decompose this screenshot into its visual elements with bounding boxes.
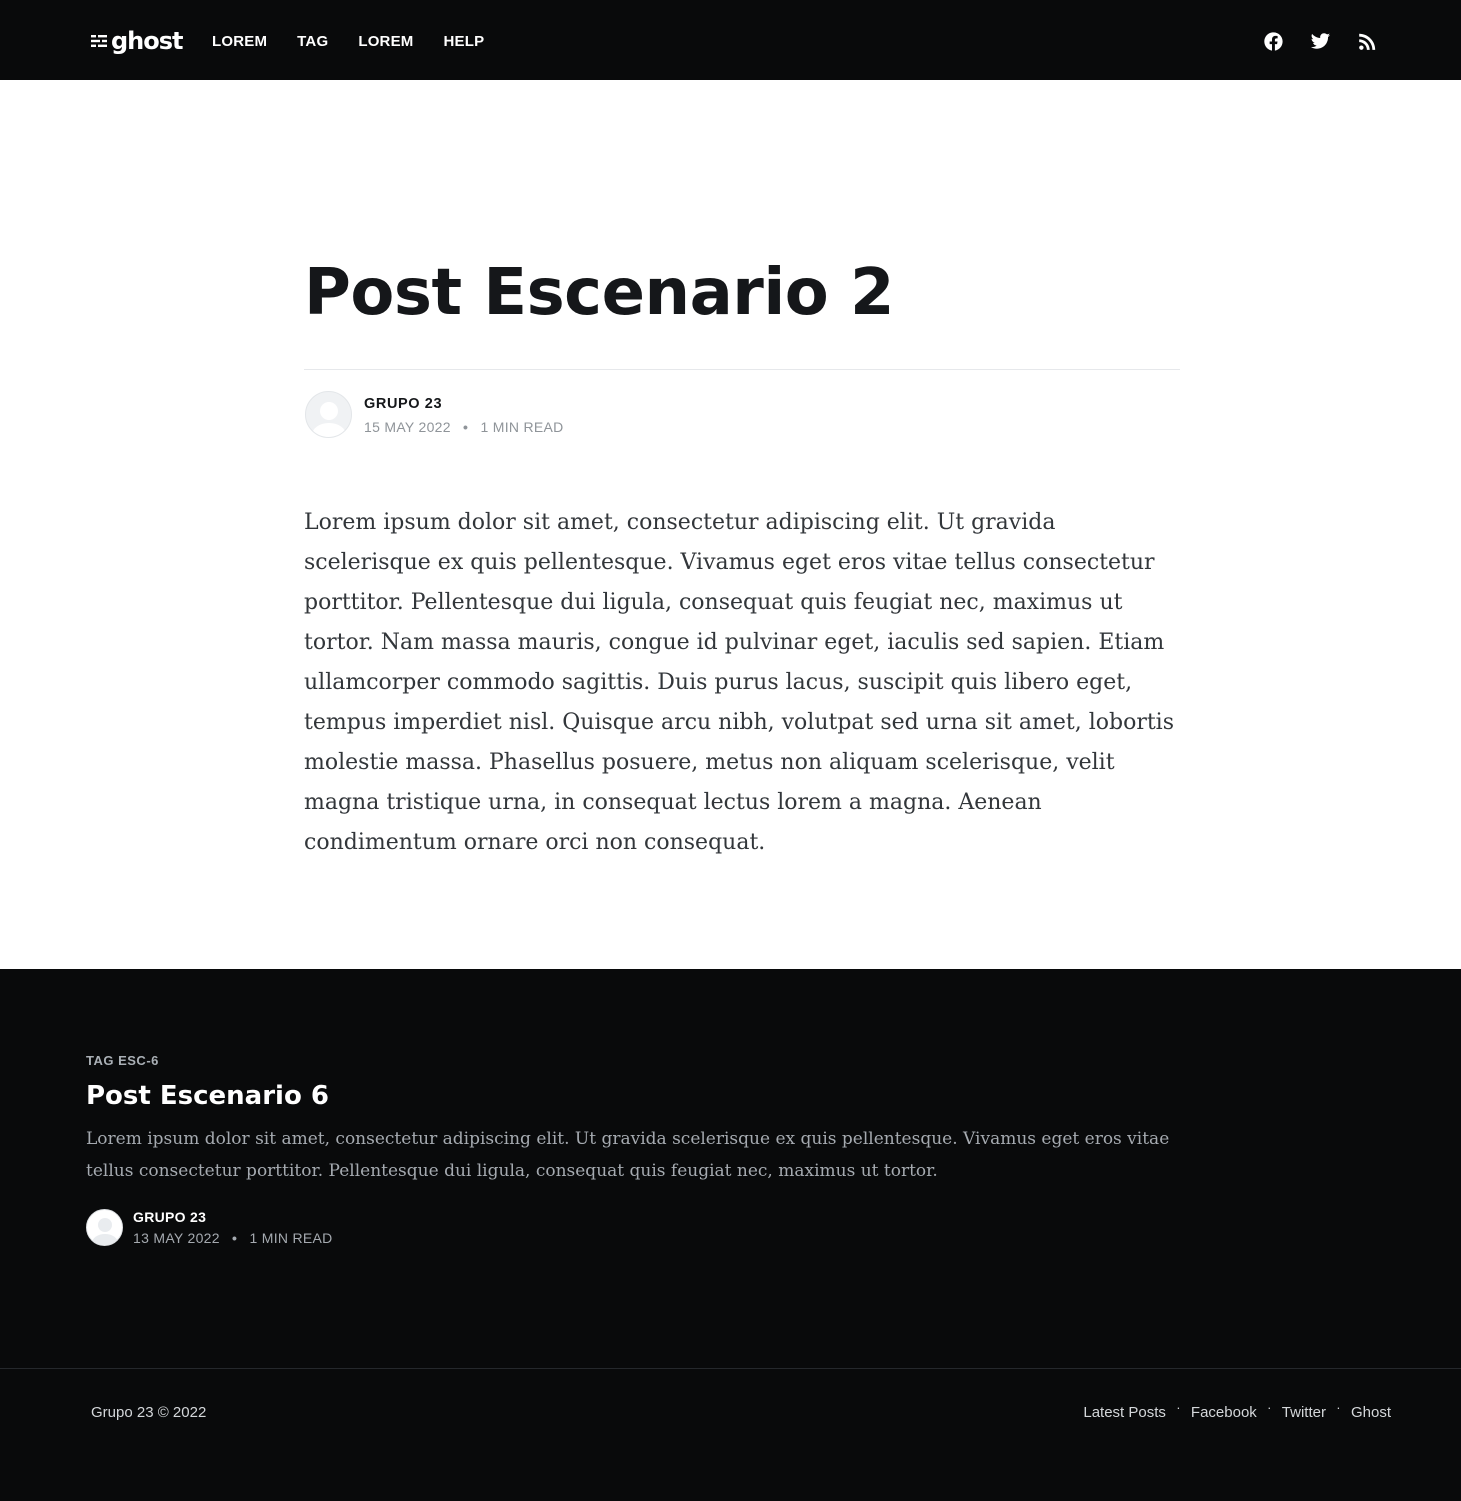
author-avatar[interactable] [305,391,352,438]
footer-link-facebook[interactable]: Facebook [1191,1402,1257,1424]
rss-icon[interactable] [1356,30,1378,52]
byline-meta: GRUPO 23 15 MAY 2022 • 1 MIN READ [364,393,564,437]
author-name-link[interactable]: GRUPO 23 [364,393,564,415]
avatar-head-icon [319,402,338,420]
read-time: 1 MIN READ [480,418,564,435]
twitter-icon[interactable] [1309,30,1331,52]
title-divider [304,369,1180,370]
footer-link-latest-posts[interactable]: Latest Posts [1083,1402,1166,1424]
related-read-time: 1 MIN READ [249,1230,333,1246]
post-byline: GRUPO 23 15 MAY 2022 • 1 MIN READ [305,391,564,438]
post-meta: 15 MAY 2022 • 1 MIN READ [364,417,564,437]
logo-text: ghost [111,27,184,55]
related-author-name[interactable]: GRUPO 23 [133,1207,333,1227]
related-post-tag[interactable]: TAG ESC-6 [86,1052,159,1070]
nav-item-lorem[interactable]: LOREM [212,30,267,54]
avatar-body-icon [311,423,346,437]
site-header: ghost LOREM TAG LOREM HELP [0,0,1461,80]
related-byline-meta: GRUPO 23 13 MAY 2022 • 1 MIN READ [133,1207,333,1248]
related-post-date: 13 MAY 2022 [133,1230,220,1246]
nav-item-help[interactable]: HELP [444,30,485,54]
related-post-meta: 13 MAY 2022 • 1 MIN READ [133,1228,333,1248]
footer-separator: · [1267,1399,1272,1415]
main-nav: LOREM TAG LOREM HELP [212,30,514,54]
social-links [1262,30,1378,52]
footer-link-twitter[interactable]: Twitter [1282,1402,1326,1424]
footer-separator: · [1336,1399,1341,1415]
nav-item-tag[interactable]: TAG [297,30,328,54]
related-post-byline: GRUPO 23 13 MAY 2022 • 1 MIN READ [86,1207,333,1248]
post-content: Lorem ipsum dolor sit amet, consectetur … [304,510,1174,855]
avatar-body-icon [91,1234,118,1245]
meta-separator: • [232,1230,238,1246]
related-post-section: TAG ESC-6 Post Escenario 6 Lorem ipsum d… [0,969,1461,1368]
footer-nav: Latest Posts · Facebook · Twitter · Ghos… [1083,1399,1391,1424]
site-footer: Grupo 23 © 2022 Latest Posts · Facebook … [0,1368,1461,1501]
footer-separator: · [1176,1399,1181,1415]
related-author-avatar[interactable] [86,1209,123,1246]
post-title: Post Escenario 2 [304,256,895,330]
footer-link-ghost[interactable]: Ghost [1351,1402,1391,1424]
site-logo[interactable]: ghost [91,24,184,58]
related-post-title[interactable]: Post Escenario 6 [86,1077,329,1115]
article: Post Escenario 2 GRUPO 23 15 MAY 2022 • … [0,80,1461,969]
related-post-excerpt: Lorem ipsum dolor sit amet, consectetur … [86,1129,1170,1181]
facebook-icon[interactable] [1262,30,1284,52]
meta-separator: • [463,418,469,435]
post-date: 15 MAY 2022 [364,418,451,435]
avatar-head-icon [97,1218,112,1232]
ghost-logo-icon [91,35,107,47]
footer-copyright: Grupo 23 © 2022 [91,1404,207,1421]
nav-item-lorem-2[interactable]: LOREM [358,30,413,54]
